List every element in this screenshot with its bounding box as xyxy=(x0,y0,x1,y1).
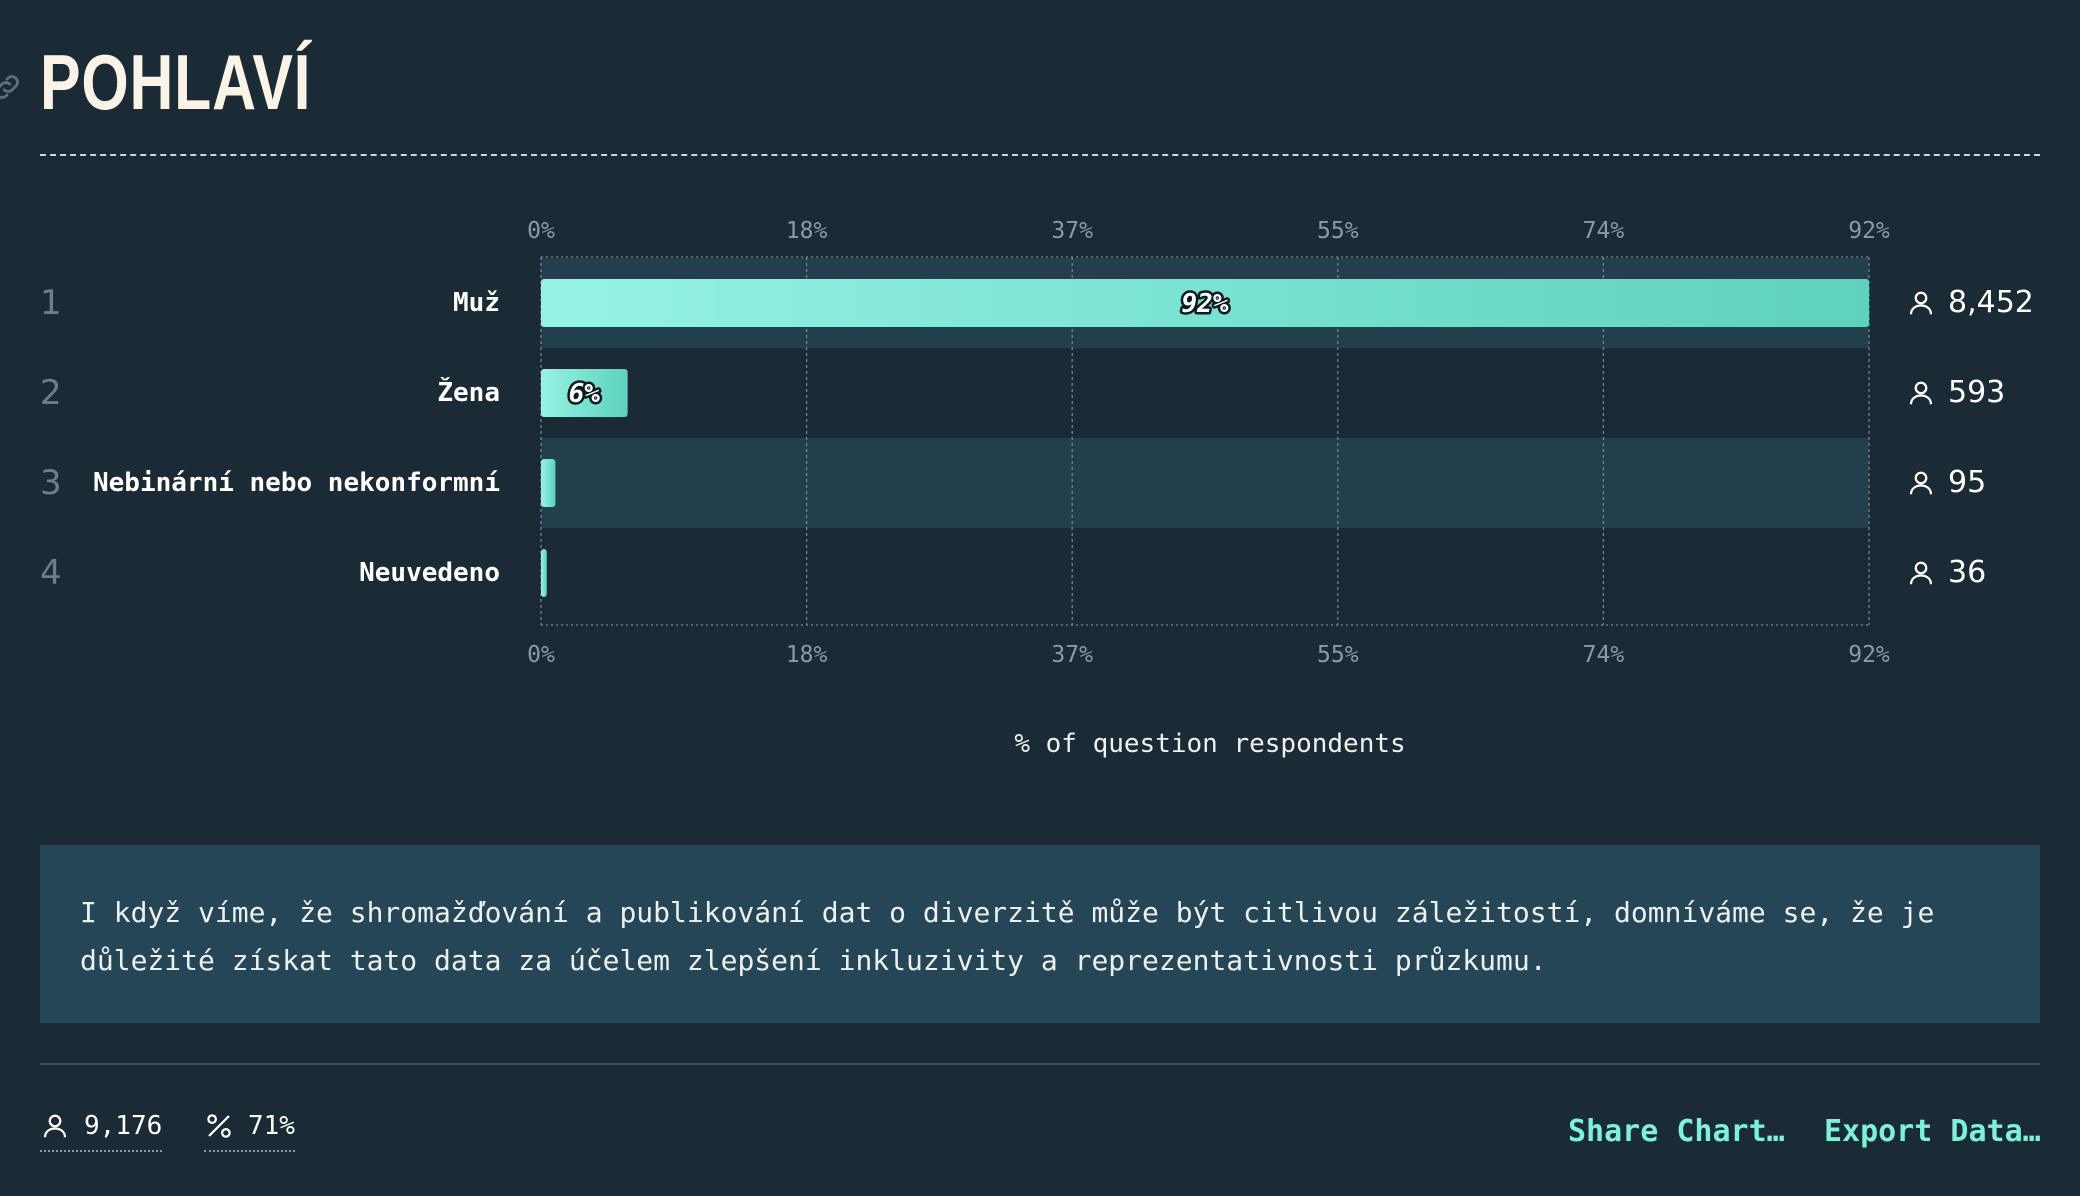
respondent-count: 8,452 xyxy=(1906,283,2034,323)
person-icon xyxy=(1909,291,1933,315)
bar-value-label: 6% xyxy=(569,379,601,409)
respondent-count-value: 8,452 xyxy=(1948,285,2034,320)
respondents-count: 9,176 xyxy=(84,1111,163,1141)
row-number: 3 xyxy=(40,463,62,503)
bar-value-label: 92% xyxy=(1182,289,1229,319)
person-icon xyxy=(1909,471,1933,495)
respondent-count-value: 95 xyxy=(1948,465,1987,500)
row-number: 1 xyxy=(40,283,62,323)
respondent-count: 95 xyxy=(1906,463,1986,503)
export-data-button[interactable]: Export Data… xyxy=(1824,1112,2041,1152)
x-tick-label-top: 0% xyxy=(527,218,555,244)
x-tick-label-bottom: 55% xyxy=(1317,642,1359,668)
note-box: I když víme, že shromažďování a publikov… xyxy=(40,845,2040,1023)
note-text: I když víme, že shromažďování a publikov… xyxy=(80,896,1935,977)
x-tick-label-bottom: 74% xyxy=(1583,642,1625,668)
x-tick-label-bottom: 18% xyxy=(786,642,828,668)
row-stripe xyxy=(541,438,1869,528)
category-label: Nebinární nebo nekonformní xyxy=(93,468,500,498)
respondent-count: 593 xyxy=(1906,373,2005,413)
x-tick-label-top: 18% xyxy=(786,218,828,244)
bar xyxy=(541,459,556,507)
respondents-stat[interactable]: 9,176 xyxy=(40,1110,163,1152)
person-icon xyxy=(1909,561,1933,585)
share-chart-button[interactable]: Share Chart… xyxy=(1568,1112,1785,1152)
category-label: Neuvedeno xyxy=(359,558,500,588)
person-icon xyxy=(1909,381,1933,405)
respondent-count-value: 36 xyxy=(1948,555,1987,590)
percent-icon xyxy=(207,1114,231,1138)
x-tick-label-top: 92% xyxy=(1848,218,1890,244)
title-divider xyxy=(40,154,2040,156)
percent-stat[interactable]: 71% xyxy=(204,1110,295,1152)
row-number: 2 xyxy=(40,373,62,413)
x-tick-label-top: 74% xyxy=(1583,218,1625,244)
row-number: 4 xyxy=(40,553,62,593)
respondent-count: 36 xyxy=(1906,553,1986,593)
x-tick-label-bottom: 92% xyxy=(1848,642,1890,668)
bar xyxy=(541,549,547,597)
x-tick-label-top: 37% xyxy=(1051,218,1093,244)
x-axis-title: % of question respondents xyxy=(1014,729,1406,759)
footer-divider xyxy=(40,1063,2040,1065)
bar-chart: 0% 0% 18% 18% 37% 37% 55% 55% 74% 74% 92% 92% 92% 6% xyxy=(527,218,1890,668)
x-tick-label-bottom: 37% xyxy=(1051,642,1093,668)
x-tick-label-top: 55% xyxy=(1317,218,1359,244)
respondent-count-value: 593 xyxy=(1948,375,2006,410)
chart-title: POHLAVÍ xyxy=(40,38,312,126)
person-icon xyxy=(43,1114,67,1138)
link-icon[interactable] xyxy=(0,70,24,104)
category-label: Žena xyxy=(437,378,500,408)
percent-value: 71% xyxy=(248,1111,295,1141)
x-tick-label-bottom: 0% xyxy=(527,642,555,668)
category-label: Muž xyxy=(453,288,500,318)
